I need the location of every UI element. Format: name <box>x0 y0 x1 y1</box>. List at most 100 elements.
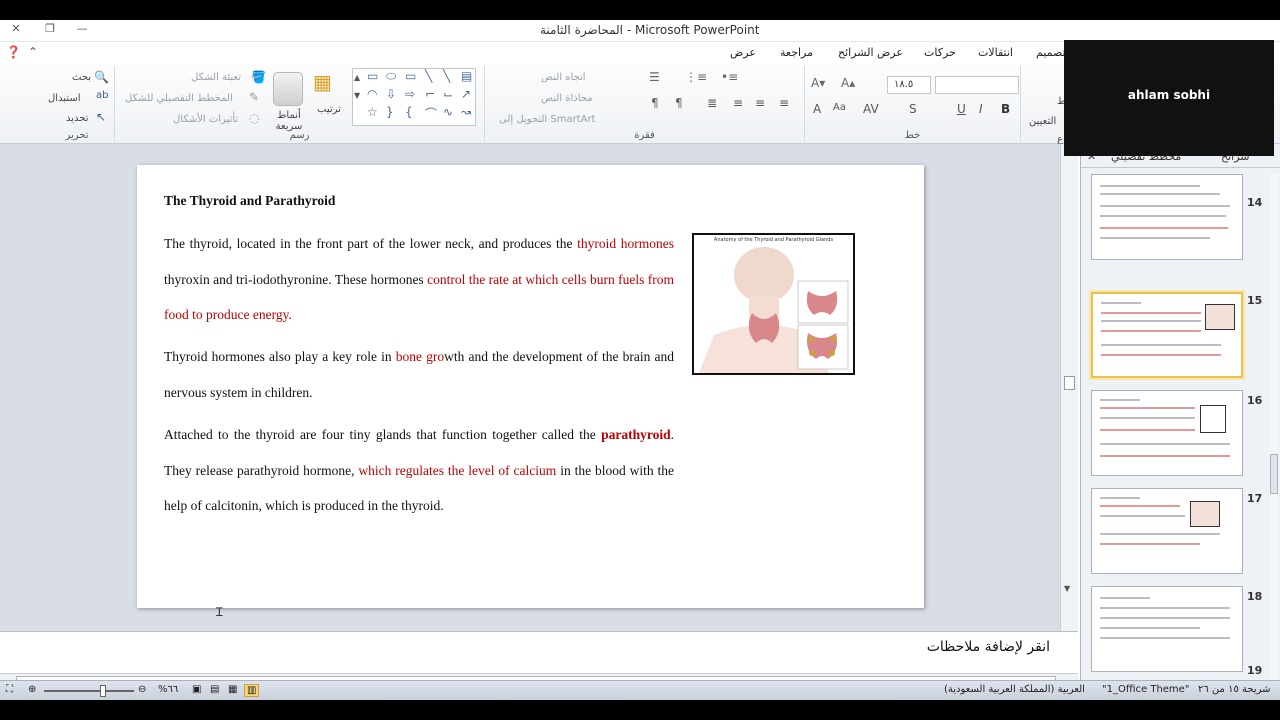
rect2-shape-icon[interactable]: ▭ <box>405 69 416 83</box>
zoom-in-icon[interactable]: ⊕ <box>28 684 36 695</box>
gallery-down-icon[interactable]: ▼ <box>354 91 360 100</box>
select-arrow-icon: ↖ <box>96 110 107 124</box>
scroll-thumb[interactable] <box>1064 376 1075 390</box>
italic-icon[interactable]: I <box>979 102 983 116</box>
text-direction-button[interactable]: اتجاه النص <box>541 72 586 83</box>
gallery-up-icon[interactable]: ▲ <box>354 73 360 82</box>
arrange-button[interactable]: ترتيب <box>317 104 341 115</box>
bold-icon[interactable]: B <box>1001 102 1010 116</box>
zoom-out-icon[interactable]: ⊖ <box>138 684 146 695</box>
zoom-slider-thumb[interactable] <box>100 685 106 697</box>
rectangle-shape-icon[interactable]: ▭ <box>367 69 378 83</box>
tab-review[interactable]: مراجعة <box>780 46 813 59</box>
slide-thumb-15[interactable] <box>1091 292 1243 378</box>
change-case-icon[interactable]: Aa <box>833 102 846 113</box>
font-color-icon[interactable]: A <box>813 102 821 116</box>
grow-font-icon[interactable]: A▴ <box>841 76 855 90</box>
numbering-icon[interactable]: ⋮≡ <box>685 70 707 84</box>
close-window-icon[interactable]: ✕ <box>6 22 26 38</box>
panel-scroll-thumb[interactable] <box>1270 454 1278 494</box>
font-name-box[interactable] <box>935 76 1019 94</box>
tab-design[interactable]: تصميم <box>1036 46 1066 59</box>
minimize-window-icon[interactable]: — <box>72 22 92 38</box>
rtl-icon[interactable]: ¶ <box>651 96 659 110</box>
arrow-down-shape-icon[interactable]: ⇩ <box>386 87 396 101</box>
tab-view[interactable]: عرض <box>730 46 756 59</box>
freeform-shape-icon[interactable]: ↝ <box>461 105 471 119</box>
bullets-icon[interactable]: •≡ <box>721 70 738 84</box>
zoom-level[interactable]: %٦٦ <box>158 684 178 695</box>
line2-shape-icon[interactable]: ╲ <box>443 69 450 83</box>
fit-slide-icon[interactable]: ⛶ <box>6 684 13 695</box>
font-size-box[interactable]: ١٨.٥ <box>887 76 931 94</box>
help-icon[interactable]: ❓ <box>6 45 21 59</box>
curve2-shape-icon[interactable]: ∿ <box>443 105 453 119</box>
tab-transitions[interactable]: انتقالات <box>978 46 1013 59</box>
scroll-down-icon[interactable]: ▼ <box>1064 584 1070 593</box>
arrow-right-shape-icon[interactable]: ⇨ <box>405 87 415 101</box>
tab-slideshow[interactable]: عرض الشرائح <box>838 46 903 59</box>
oval-shape-icon[interactable]: ⬭ <box>386 69 396 84</box>
notes-placeholder[interactable]: انقر لإضافة ملاحظات <box>927 639 1050 655</box>
slide-thumb-14[interactable] <box>1091 174 1243 260</box>
underline-icon[interactable]: U <box>957 102 966 116</box>
thumb-line <box>1100 399 1140 401</box>
shape-fill-button[interactable]: تعبئة الشكل <box>191 72 241 83</box>
smartart-button[interactable]: التحويل إلى SmartArt <box>499 114 595 125</box>
connector-shape-icon[interactable]: ⌐ <box>425 87 435 101</box>
shrink-font-icon[interactable]: A▾ <box>811 76 825 90</box>
sorter-view-icon[interactable]: ▦ <box>228 684 237 695</box>
slide-canvas[interactable]: The Thyroid and Parathyroid The thyroid,… <box>137 165 924 608</box>
p3-text-b: parathyroid <box>601 427 671 442</box>
notes-pane[interactable]: انقر لإضافة ملاحظات <box>0 631 1078 673</box>
slide-thumb-17[interactable] <box>1091 488 1243 574</box>
paragraph-2[interactable]: Thyroid hormones also play a key role in… <box>164 339 674 410</box>
arrange-icon[interactable]: ▦ <box>313 70 332 94</box>
brace2-shape-icon[interactable]: { <box>405 105 413 119</box>
tab-animations[interactable]: حركات <box>924 46 956 59</box>
font-size-value: ١٨.٥ <box>894 79 914 90</box>
arc-shape-icon[interactable]: ◠ <box>367 87 377 101</box>
paragraph-1[interactable]: The thyroid, located in the front part o… <box>164 226 674 333</box>
zoom-slider[interactable] <box>44 685 134 697</box>
normal-view-icon[interactable]: ▥ <box>244 684 260 697</box>
find-button[interactable]: بحث <box>72 72 91 83</box>
ltr-icon[interactable]: ¶ <box>675 96 683 110</box>
panel-scrollbar[interactable] <box>1269 174 1279 694</box>
reading-view-icon[interactable]: ▣ <box>192 684 201 695</box>
select-button[interactable]: تحديد <box>66 113 89 124</box>
line-spacing-icon[interactable]: ☰ <box>649 70 660 84</box>
ribbon-collapse-icon[interactable]: ⌃ <box>28 45 38 59</box>
strikethrough-icon[interactable]: S <box>909 102 917 116</box>
slide-vertical-scrollbar[interactable]: ▲ ▼ <box>1060 144 1078 631</box>
shape-outline-button[interactable]: المخطط التفصيلي للشكل <box>125 93 233 104</box>
slide-title[interactable]: The Thyroid and Parathyroid <box>164 193 335 209</box>
align-right-icon[interactable]: ≡ <box>779 96 789 110</box>
brace-shape-icon[interactable]: } <box>386 105 394 119</box>
thumb-number-17: 17 <box>1247 492 1263 505</box>
align-left-icon[interactable]: ≡ <box>733 96 743 110</box>
restore-window-icon[interactable]: ❐ <box>40 22 60 38</box>
quick-styles-button[interactable] <box>273 72 303 106</box>
align-text-button[interactable]: محاذاة النص <box>541 93 593 104</box>
arrow-shape-icon[interactable]: ↗ <box>461 87 471 101</box>
slide-thumb-16[interactable] <box>1091 390 1243 476</box>
justify-icon[interactable]: ≣ <box>707 96 717 110</box>
star-shape-icon[interactable]: ☆ <box>367 105 378 119</box>
shape-effects-button[interactable]: تأثيرات الأشكال <box>173 114 238 125</box>
replace-button[interactable]: استبدال <box>48 93 81 104</box>
thumb-image <box>1190 501 1220 527</box>
textbox-shape-icon[interactable]: ▤ <box>461 69 472 83</box>
slide-thumb-18[interactable] <box>1091 586 1243 672</box>
slideshow-view-icon[interactable]: ▤ <box>210 684 219 695</box>
thyroid-anatomy-image[interactable]: Anatomy of the Thyroid and Parathyroid G… <box>692 233 855 375</box>
thumb-number-16: 16 <box>1247 394 1263 407</box>
paragraph-3[interactable]: Attached to the thyroid are four tiny gl… <box>164 417 674 524</box>
shapes-gallery[interactable]: ▭ ⬭ ▭ ╲ ╲ ▤ ◠ ⇩ ⇨ ⌐ ⌙ ↗ ☆ } { ⌒ ∿ ↝ ▲ ▼ <box>352 68 476 126</box>
curve-shape-icon[interactable]: ⌒ <box>425 105 437 122</box>
line-shape-icon[interactable]: ╲ <box>425 69 432 83</box>
align-center-icon[interactable]: ≡ <box>755 96 765 110</box>
reset-button[interactable]: التعيين <box>1029 116 1056 127</box>
char-spacing-icon[interactable]: AV <box>863 102 879 116</box>
elbow-shape-icon[interactable]: ⌙ <box>443 87 453 101</box>
